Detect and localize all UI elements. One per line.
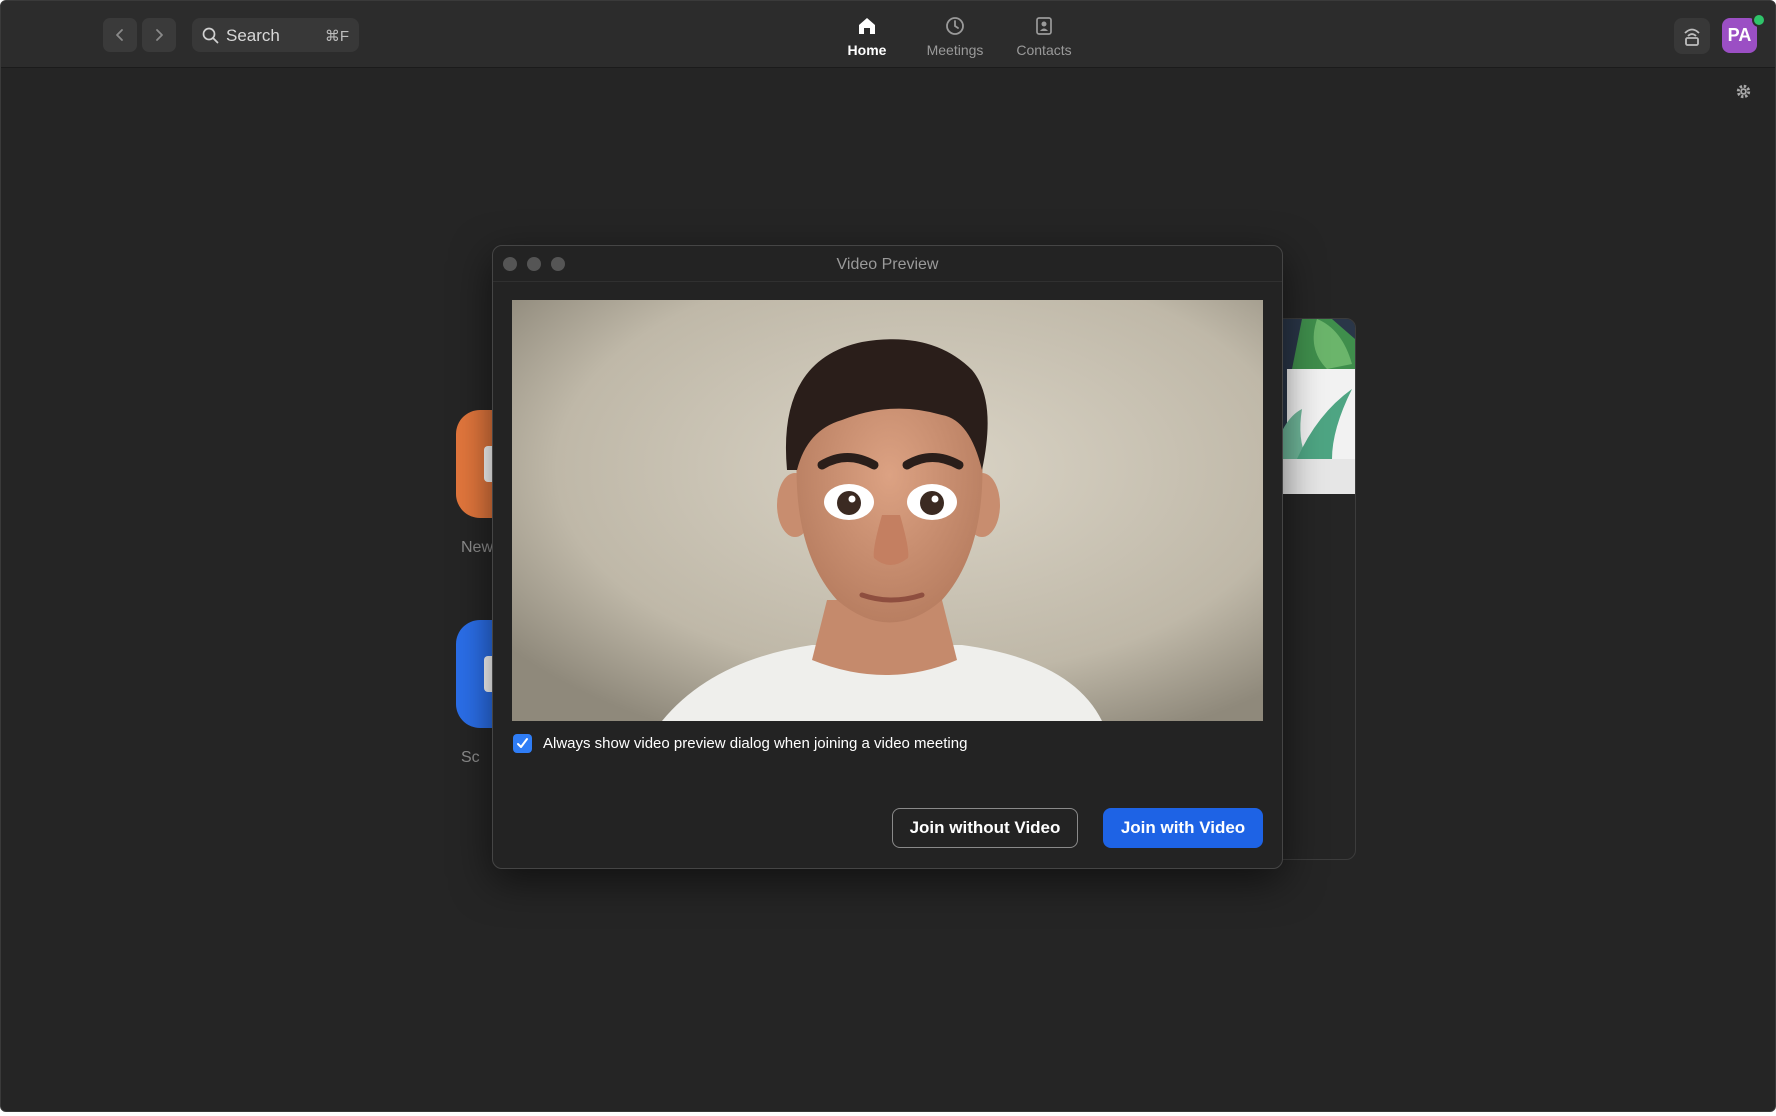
- tab-contacts[interactable]: Contacts: [999, 13, 1089, 61]
- search-input[interactable]: Search ⌘F: [192, 18, 359, 52]
- zoom-window: Search ⌘F Home Meetings Contacts PA New …: [0, 0, 1776, 1112]
- join-without-video-button[interactable]: Join without Video: [892, 808, 1078, 848]
- always-show-preview-label[interactable]: Always show video preview dialog when jo…: [543, 735, 967, 752]
- chevron-left-icon: [116, 29, 123, 41]
- gear-icon[interactable]: [1735, 83, 1752, 100]
- tab-contacts-label: Contacts: [1016, 42, 1072, 58]
- tab-home-label: Home: [847, 42, 887, 58]
- top-bar: Search ⌘F Home Meetings Contacts PA: [1, 1, 1775, 68]
- search-shortcut: ⌘F: [324, 28, 349, 45]
- schedule-label: Sc: [461, 749, 480, 766]
- presence-indicator: [1752, 13, 1766, 27]
- avatar[interactable]: PA: [1722, 18, 1757, 53]
- signal-icon: [1684, 28, 1700, 46]
- new-meeting-label: New: [461, 539, 494, 556]
- home-icon: [859, 18, 875, 34]
- search-label: Search: [226, 26, 280, 45]
- join-with-video-button[interactable]: Join with Video: [1103, 808, 1263, 848]
- search-icon: [202, 27, 219, 44]
- chevron-right-icon: [156, 29, 163, 41]
- signal-status-button[interactable]: [1674, 18, 1710, 54]
- camera-preview: [512, 300, 1263, 721]
- forward-button[interactable]: [142, 18, 176, 52]
- camera-preview-image: [512, 300, 1263, 721]
- video-preview-dialog: Video Preview Always show video preview …: [492, 245, 1283, 869]
- contacts-icon: [1036, 17, 1052, 35]
- always-show-preview-checkbox[interactable]: [513, 734, 532, 753]
- back-button[interactable]: [103, 18, 137, 52]
- clock-icon: [946, 17, 964, 35]
- tab-meetings-label: Meetings: [926, 42, 984, 58]
- dialog-title: Video Preview: [836, 256, 939, 273]
- tab-home[interactable]: Home: [822, 13, 912, 61]
- dialog-titlebar: Video Preview: [493, 246, 1282, 282]
- tab-meetings[interactable]: Meetings: [910, 13, 1000, 61]
- checkmark-icon: [517, 738, 528, 748]
